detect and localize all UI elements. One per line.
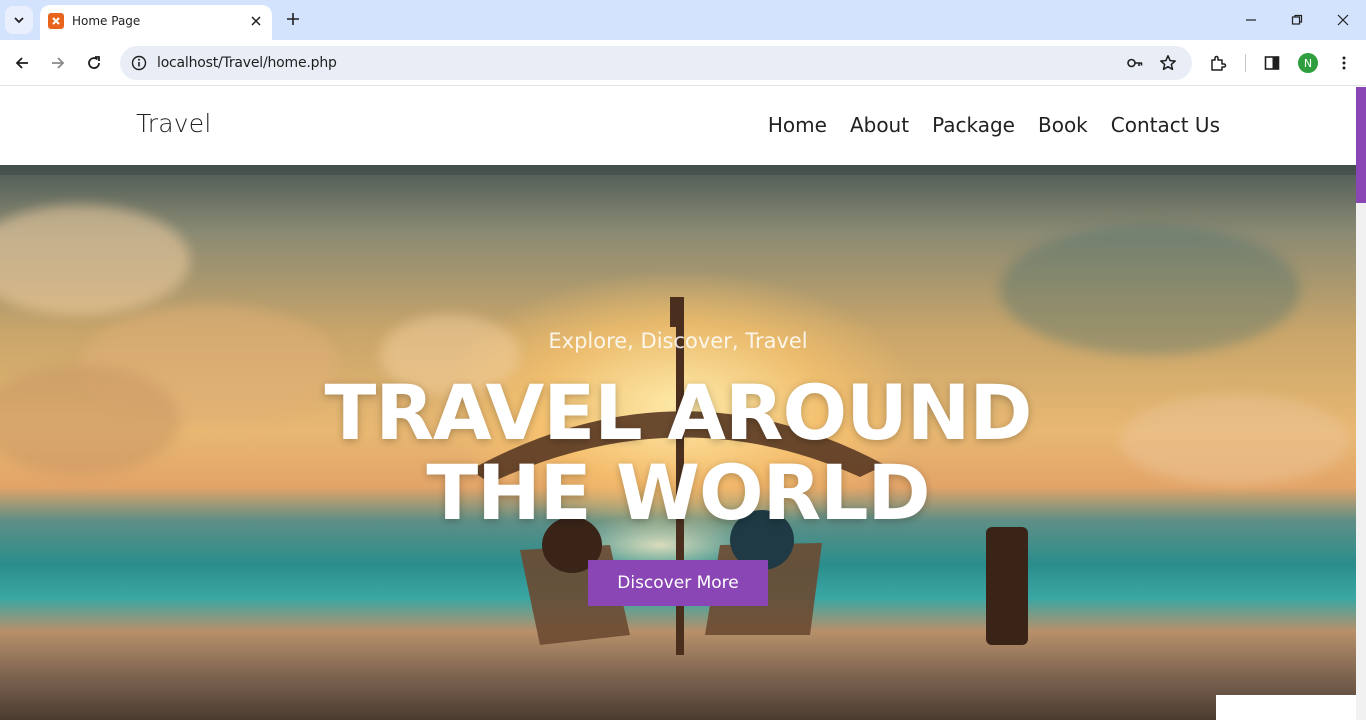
nav-link-book[interactable]: Book	[1038, 113, 1088, 137]
nav-link-home[interactable]: Home	[768, 113, 827, 137]
site-brand-logo[interactable]: Travel	[136, 109, 212, 138]
url-text[interactable]: localhost/Travel/home.php	[157, 55, 337, 71]
browser-toolbar: localhost/Travel/home.php N	[0, 40, 1366, 86]
profile-avatar[interactable]: N	[1298, 53, 1318, 73]
close-window-icon[interactable]	[1328, 6, 1358, 34]
key-icon[interactable]	[1126, 54, 1144, 72]
page-corner-block	[1216, 695, 1356, 720]
browser-tab-home[interactable]: Home Page	[40, 5, 272, 40]
side-panel-icon[interactable]	[1258, 49, 1286, 77]
back-icon[interactable]	[8, 49, 36, 77]
site-navbar: Travel Home About Package Book Contact U…	[0, 87, 1356, 165]
tab-list-button[interactable]	[5, 6, 33, 34]
site-nav-links: Home About Package Book Contact Us	[768, 113, 1220, 137]
chevron-down-icon	[14, 17, 24, 24]
forward-icon[interactable]	[44, 49, 72, 77]
hero-title-line2: THE WORLD	[426, 448, 930, 537]
scrollbar-thumb[interactable]	[1356, 87, 1366, 203]
minimize-icon[interactable]	[1236, 6, 1266, 34]
page-scrollbar[interactable]	[1356, 87, 1366, 720]
plus-icon[interactable]	[282, 8, 304, 30]
info-icon[interactable]	[130, 54, 148, 72]
nav-link-contact[interactable]: Contact Us	[1111, 113, 1220, 137]
reload-icon[interactable]	[80, 49, 108, 77]
star-icon[interactable]	[1159, 54, 1177, 72]
hero-title-line1: TRAVEL AROUND	[324, 368, 1033, 457]
browser-tab-bar: Home Page	[0, 0, 1366, 40]
xampp-favicon-icon	[48, 13, 64, 29]
page-viewport: Travel Home About Package Book Contact U…	[0, 87, 1356, 720]
address-bar[interactable]: localhost/Travel/home.php	[120, 46, 1192, 80]
nav-link-about[interactable]: About	[850, 113, 909, 137]
restore-icon[interactable]	[1282, 6, 1312, 34]
close-icon[interactable]	[248, 13, 264, 29]
hero-subtitle: Explore, Discover, Travel	[548, 329, 808, 353]
hero-section: Explore, Discover, Travel TRAVEL AROUND …	[0, 165, 1356, 720]
nav-link-package[interactable]: Package	[932, 113, 1015, 137]
hero-title: TRAVEL AROUND THE WORLD	[0, 373, 1356, 533]
tab-title: Home Page	[72, 14, 141, 28]
extensions-icon[interactable]	[1204, 49, 1232, 77]
more-vert-icon[interactable]	[1330, 49, 1358, 77]
toolbar-separator	[1245, 54, 1246, 72]
discover-more-button[interactable]: Discover More	[588, 560, 768, 606]
